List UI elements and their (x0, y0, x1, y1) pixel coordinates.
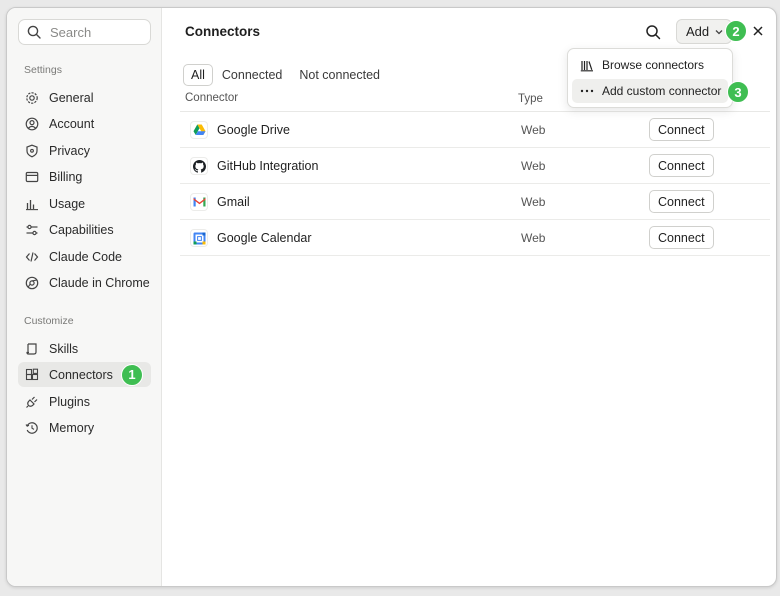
sidebar-item-claude-code[interactable]: Claude Code (18, 244, 151, 269)
connector-name: Gmail (217, 195, 250, 209)
filter-tabs: All Connected Not connected (183, 64, 389, 86)
connectors-table: Connector Type Google Drive Web Connect … (180, 92, 770, 256)
sidebar-item-capabilities[interactable]: Capabilities (18, 217, 151, 242)
step-badge-3: 3 (727, 81, 749, 103)
credit-card-icon (25, 170, 39, 184)
add-button-label: Add (686, 24, 710, 39)
connector-type: Web (521, 123, 546, 137)
connect-button-gmail[interactable]: Connect (649, 190, 714, 213)
search-input[interactable] (50, 24, 140, 40)
connector-type: Web (521, 231, 546, 245)
close-button[interactable] (750, 23, 766, 39)
sidebar-item-label: Claude in Chrome (49, 275, 150, 290)
sidebar-item-billing[interactable]: Billing (18, 164, 151, 189)
sidebar-item-label: Claude Code (49, 249, 122, 264)
close-icon (753, 26, 763, 36)
step-badge-2: 2 (725, 20, 747, 42)
tab-connected[interactable]: Connected (214, 65, 290, 85)
column-header-connector: Connector (185, 92, 239, 104)
sidebar-item-account[interactable]: Account (18, 111, 151, 136)
customize-section-label: Customize (24, 315, 74, 327)
table-row: GitHub Integration Web Connect (180, 148, 770, 184)
search-box[interactable] (18, 19, 151, 45)
sidebar-item-label: Memory (49, 420, 95, 435)
add-dropdown-menu: Browse connectors Add custom connector (567, 48, 733, 108)
table-row: Google Calendar Web Connect (180, 220, 770, 256)
google-calendar-icon (190, 229, 208, 247)
sliders-icon (25, 223, 39, 237)
connector-name: Google Drive (217, 123, 290, 137)
shield-icon (25, 144, 39, 158)
table-row: Google Drive Web Connect (180, 112, 770, 148)
main-panel: Connectors Add 2 All Connected Not conne… (162, 8, 776, 586)
add-button[interactable]: Add (676, 19, 732, 44)
search-button[interactable] (643, 22, 663, 42)
menu-item-add-custom-connector[interactable]: Add custom connector (572, 79, 728, 103)
sidebar-item-label: Connectors (49, 367, 113, 382)
sidebar: Settings General Account Privacy Billing… (7, 8, 162, 586)
column-header-type: Type (518, 93, 543, 105)
gmail-icon (190, 193, 208, 211)
sidebar-item-claude-in-chrome[interactable]: Claude in Chrome (18, 270, 151, 295)
sidebar-item-skills[interactable]: Skills (18, 336, 151, 361)
table-row: Gmail Web Connect (180, 184, 770, 220)
sidebar-item-label: Privacy (49, 143, 90, 158)
more-horizontal-icon (580, 84, 594, 98)
settings-window: Settings General Account Privacy Billing… (6, 7, 777, 587)
scroll-icon (25, 342, 39, 356)
connect-button-google-calendar[interactable]: Connect (649, 226, 714, 249)
sidebar-item-plugins[interactable]: Plugins (18, 389, 151, 414)
connect-button-github[interactable]: Connect (649, 154, 714, 177)
tab-not-connected[interactable]: Not connected (291, 65, 388, 85)
sidebar-item-memory[interactable]: Memory (18, 415, 151, 440)
connector-type: Web (521, 195, 546, 209)
menu-item-label: Add custom connector (602, 84, 722, 98)
user-icon (25, 117, 39, 131)
sidebar-item-general[interactable]: General (18, 85, 151, 110)
sidebar-item-connectors[interactable]: Connectors 1 (18, 362, 151, 387)
sidebar-item-label: Billing (49, 169, 83, 184)
plug-icon (25, 395, 39, 409)
sidebar-item-privacy[interactable]: Privacy (18, 138, 151, 163)
github-icon (190, 157, 208, 175)
menu-item-label: Browse connectors (602, 58, 705, 72)
menu-item-browse-connectors[interactable]: Browse connectors (572, 53, 728, 77)
sidebar-item-label: General (49, 90, 94, 105)
sidebar-item-label: Skills (49, 341, 79, 356)
connector-name: Google Calendar (217, 231, 312, 245)
connector-type: Web (521, 159, 546, 173)
search-icon (646, 25, 661, 40)
sidebar-item-usage[interactable]: Usage (18, 191, 151, 216)
gear-icon (25, 91, 39, 105)
step-badge-1: 1 (120, 363, 143, 386)
sidebar-item-label: Plugins (49, 394, 90, 409)
code-icon (25, 250, 39, 264)
connector-name: GitHub Integration (217, 159, 319, 173)
google-drive-icon (190, 121, 208, 139)
tab-all[interactable]: All (183, 64, 213, 86)
chevron-down-icon (715, 29, 723, 34)
bar-chart-icon (25, 197, 39, 211)
search-icon (27, 25, 41, 39)
sidebar-item-label: Capabilities (49, 222, 114, 237)
sidebar-item-label: Account (49, 116, 95, 131)
page-title: Connectors (185, 24, 261, 39)
globe-icon (25, 276, 39, 290)
connect-button-google-drive[interactable]: Connect (649, 118, 714, 141)
sidebar-item-label: Usage (49, 196, 86, 211)
memory-icon (25, 421, 39, 435)
library-icon (580, 58, 594, 72)
settings-section-label: Settings (24, 64, 62, 76)
connectors-icon (25, 368, 39, 382)
